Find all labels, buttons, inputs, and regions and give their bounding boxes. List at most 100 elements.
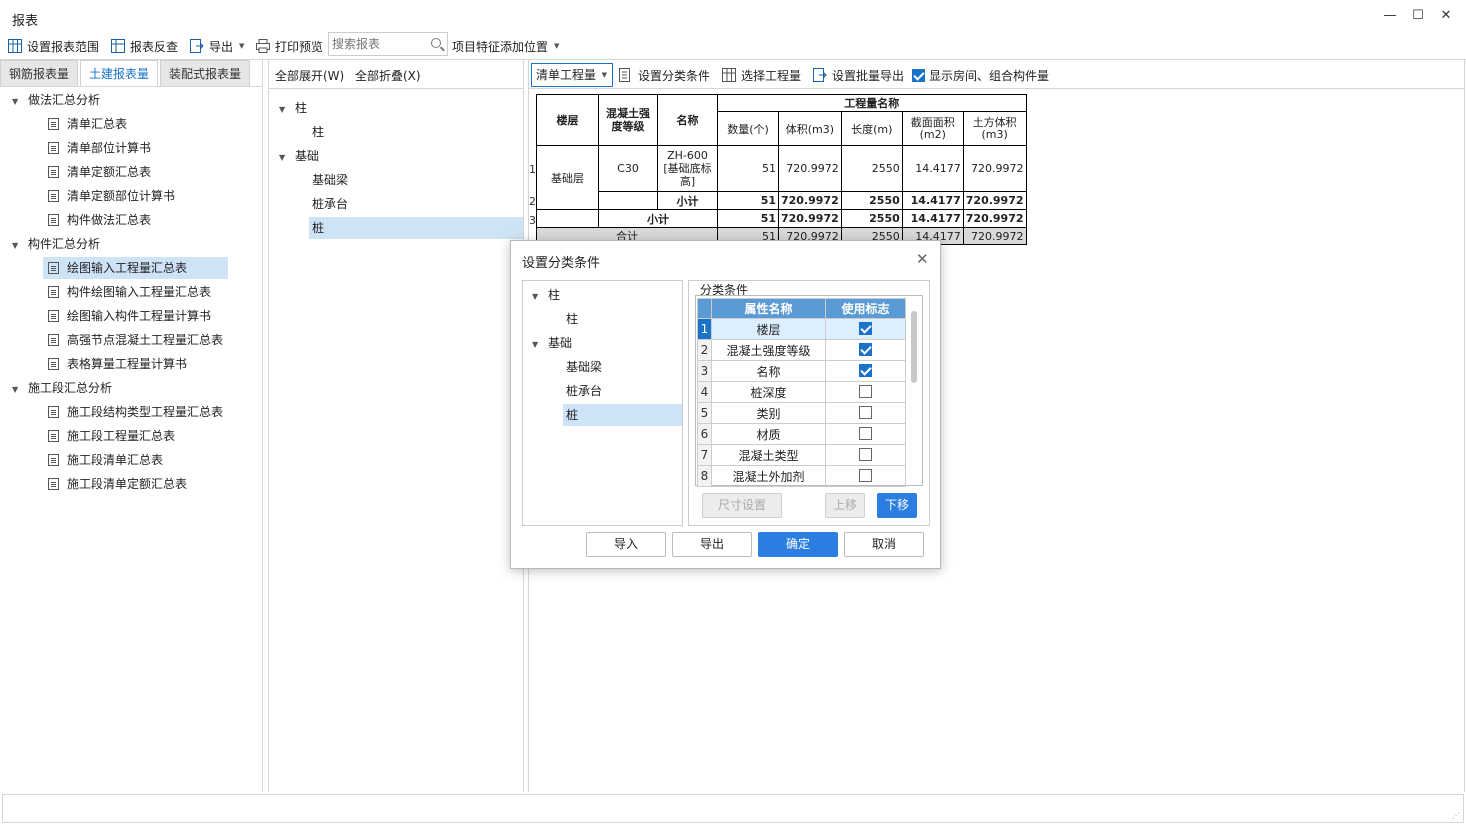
tree-item[interactable]: 施工段清单定额汇总表 bbox=[48, 473, 187, 495]
chevron-down-icon: ▼ bbox=[279, 153, 286, 162]
report-tree: ▼ 做法汇总分析 清单汇总表 清单部位计算书 清单定额汇总表 清单定额部位计算书 … bbox=[0, 88, 262, 788]
export-button[interactable]: 导出 ▼ bbox=[190, 37, 244, 55]
checkbox-checked-icon[interactable] bbox=[859, 322, 872, 335]
search-icon[interactable] bbox=[431, 38, 441, 48]
close-icon[interactable]: ✕ bbox=[916, 250, 929, 268]
checkbox-checked-icon[interactable] bbox=[859, 364, 872, 377]
tree-item-label: 高强节点混凝土工程量汇总表 bbox=[67, 333, 224, 347]
table-row-subtotal: 小计 51 720.9972 2550 14.4177 720.9972 bbox=[537, 191, 1027, 210]
tree-item[interactable]: 清单定额部位计算书 bbox=[48, 185, 175, 207]
batch-export-label: 设置批量导出 bbox=[832, 68, 905, 83]
move-up-button[interactable]: 上移 bbox=[825, 493, 865, 518]
close-icon[interactable]: ✕ bbox=[1439, 9, 1453, 23]
row-number: 5 bbox=[697, 402, 712, 424]
cancel-button[interactable]: 取消 bbox=[844, 532, 924, 557]
export-button[interactable]: 导出 bbox=[672, 532, 752, 557]
cell-value: 720.9972 bbox=[778, 191, 842, 210]
tree-group-section[interactable]: ▼ 施工段汇总分析 bbox=[12, 377, 112, 399]
show-rooms-checkbox[interactable]: 显示房间、组合构件量 bbox=[912, 66, 1049, 84]
cell-value: 720.9972 bbox=[962, 209, 1027, 228]
header-name: 名称 bbox=[657, 94, 718, 146]
chevron-down-icon: ▼ bbox=[554, 42, 560, 50]
mid-toolbar-divider bbox=[268, 88, 524, 89]
tree-item[interactable]: 构件做法汇总表 bbox=[48, 209, 151, 231]
tree-group-foundation[interactable]: ▼ 基础 bbox=[532, 332, 572, 354]
condition-row[interactable]: 7 混凝土类型 bbox=[697, 444, 906, 466]
tree-item[interactable]: 施工段工程量汇总表 bbox=[48, 425, 175, 447]
tree-item[interactable]: 表格算量工程量计算书 bbox=[48, 353, 187, 375]
minimize-icon[interactable]: — bbox=[1383, 9, 1397, 23]
document-icon bbox=[48, 190, 59, 202]
move-down-button[interactable]: 下移 bbox=[877, 493, 917, 518]
tree-item[interactable]: 清单部位计算书 bbox=[48, 137, 151, 159]
tree-item[interactable]: 高强节点混凝土工程量汇总表 bbox=[48, 329, 223, 351]
import-button[interactable]: 导入 bbox=[586, 532, 666, 557]
tree-item[interactable]: 构件绘图输入工程量汇总表 bbox=[48, 281, 211, 303]
document-icon bbox=[48, 430, 59, 442]
maximize-icon[interactable]: ☐ bbox=[1411, 9, 1425, 23]
tree-item-label: 清单定额汇总表 bbox=[67, 165, 152, 179]
tree-item[interactable]: 基础梁 bbox=[312, 169, 348, 191]
collapse-all-button[interactable]: 全部折叠(X) bbox=[355, 66, 421, 84]
checkbox-unchecked-icon[interactable] bbox=[859, 385, 872, 398]
left-panel-divider bbox=[262, 60, 263, 792]
chevron-down-icon: ▼ bbox=[12, 97, 19, 106]
condition-row[interactable]: 6 材质 bbox=[697, 423, 906, 445]
condition-row[interactable]: 3 名称 bbox=[697, 360, 906, 382]
report-search-box[interactable] bbox=[328, 32, 448, 56]
document-icon bbox=[48, 142, 59, 154]
tree-item-selected[interactable]: 桩 bbox=[563, 404, 682, 426]
tree-item[interactable]: 桩承台 bbox=[566, 380, 602, 402]
expand-all-button[interactable]: 全部展开(W) bbox=[275, 66, 344, 84]
search-input[interactable] bbox=[332, 34, 428, 54]
condition-row[interactable]: 2 混凝土强度等级 bbox=[697, 339, 906, 361]
condition-row[interactable]: 5 类别 bbox=[697, 402, 906, 424]
set-classify-button[interactable]: 设置分类条件 bbox=[619, 66, 710, 84]
tree-item[interactable]: 柱 bbox=[312, 121, 324, 143]
size-setting-button[interactable]: 尺寸设置 bbox=[702, 493, 782, 518]
header-concrete: 混凝土强度等级 bbox=[598, 94, 658, 146]
tree-group-method[interactable]: ▼ 做法汇总分析 bbox=[12, 89, 100, 111]
tree-item-selected[interactable]: 桩 bbox=[309, 217, 523, 239]
header-col: 数量(个) bbox=[717, 111, 779, 146]
tree-item[interactable]: 施工段结构类型工程量汇总表 bbox=[48, 401, 223, 423]
tree-item[interactable]: 柱 bbox=[566, 308, 578, 330]
cell-value: 14.4177 bbox=[901, 209, 964, 228]
feature-position-dropdown[interactable]: 项目特征添加位置 ▼ bbox=[452, 37, 559, 55]
tree-item-selected[interactable]: 绘图输入工程量汇总表 bbox=[43, 257, 228, 279]
condition-row[interactable]: 8 混凝土外加剂 bbox=[697, 465, 906, 487]
condition-scrollbar[interactable] bbox=[911, 311, 917, 383]
resize-grip-icon[interactable]: ⋰ bbox=[1452, 811, 1460, 820]
tree-group-column[interactable]: ▼ 柱 bbox=[279, 97, 307, 119]
set-range-button[interactable]: 设置报表范围 bbox=[8, 37, 99, 55]
checkbox-checked-icon[interactable] bbox=[912, 68, 925, 82]
cell-value: 720.9972 bbox=[778, 209, 842, 228]
tab-prefab-report[interactable]: 装配式报表量 bbox=[160, 60, 251, 86]
select-quantity-button[interactable]: 选择工程量 bbox=[722, 66, 801, 84]
ok-button[interactable]: 确定 bbox=[758, 532, 838, 557]
tree-group-component[interactable]: ▼ 构件汇总分析 bbox=[12, 233, 100, 255]
tree-group-column[interactable]: ▼ 柱 bbox=[532, 284, 560, 306]
tree-item[interactable]: 清单汇总表 bbox=[48, 113, 127, 135]
tree-item[interactable]: 基础梁 bbox=[566, 356, 602, 378]
tab-civil-report[interactable]: 土建报表量 bbox=[80, 60, 159, 86]
checkbox-checked-icon[interactable] bbox=[859, 343, 872, 356]
tree-item[interactable]: 绘图输入构件工程量计算书 bbox=[48, 305, 211, 327]
reverse-check-button[interactable]: 报表反查 bbox=[111, 37, 178, 55]
quantity-type-select[interactable]: 清单工程量 ▼ bbox=[531, 63, 613, 87]
tree-item[interactable]: 桩承台 bbox=[312, 193, 348, 215]
cell-value: 2550 bbox=[840, 145, 903, 192]
document-icon bbox=[48, 478, 59, 490]
tab-rebar-report[interactable]: 钢筋报表量 bbox=[0, 60, 79, 86]
tree-item[interactable]: 施工段清单汇总表 bbox=[48, 449, 163, 471]
tree-group-foundation[interactable]: ▼ 基础 bbox=[279, 145, 319, 167]
checkbox-unchecked-icon[interactable] bbox=[859, 469, 872, 482]
print-preview-button[interactable]: 打印预览 bbox=[256, 37, 323, 55]
tree-item[interactable]: 清单定额汇总表 bbox=[48, 161, 151, 183]
checkbox-unchecked-icon[interactable] bbox=[859, 427, 872, 440]
checkbox-unchecked-icon[interactable] bbox=[859, 406, 872, 419]
condition-row[interactable]: 4 桩深度 bbox=[697, 381, 906, 403]
batch-export-button[interactable]: 设置批量导出 bbox=[813, 66, 904, 84]
checkbox-unchecked-icon[interactable] bbox=[859, 448, 872, 461]
condition-row[interactable]: 1 楼层 bbox=[697, 318, 906, 340]
